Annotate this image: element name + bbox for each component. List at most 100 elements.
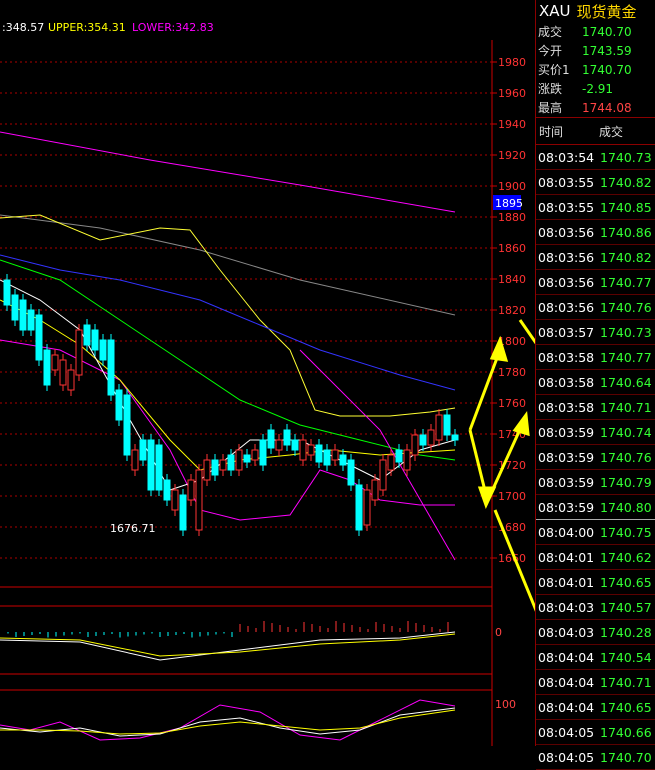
candle-body [379, 459, 387, 491]
tick-time: 08:03:54 [538, 149, 595, 165]
tick-row[interactable]: 08:04:05 1740.70 [536, 745, 655, 770]
tick-row[interactable]: 08:03:57 1740.73 [536, 320, 655, 345]
tick-row[interactable]: 08:04:04 1740.65 [536, 695, 655, 720]
tick-row[interactable]: 08:03:59 1740.74 [536, 420, 655, 445]
candle-body [291, 439, 299, 451]
tick-price: 1740.77 [600, 274, 652, 290]
quote-row: 涨跌 -2.91 [536, 79, 655, 98]
axis-label: 1820 [498, 304, 526, 317]
kline-chart[interactable]: :348.57 UPPER:354.31 LOWER:342.83 1980 19… [0, 0, 535, 746]
tick-price: 1740.28 [600, 624, 652, 640]
tick-price: 1740.65 [600, 574, 652, 590]
candle-body [131, 449, 139, 471]
quote-label: 成交 [538, 25, 563, 39]
candle-body [123, 394, 131, 456]
axis-label: 1980 [498, 56, 526, 69]
quote-title: XAU 现货黄金 [536, 0, 655, 22]
tick-row[interactable]: 08:03:54 1740.73 [536, 145, 655, 170]
arrow-up-2 [468, 429, 488, 496]
tick-price: 1740.74 [600, 424, 652, 440]
tick-row[interactable]: 08:03:59 1740.80 [536, 495, 655, 520]
candle-body [259, 439, 267, 466]
tick-price: 1740.64 [600, 374, 652, 390]
tick-row[interactable]: 08:03:56 1740.76 [536, 295, 655, 320]
tick-price: 1740.70 [600, 749, 652, 765]
candle-body [107, 339, 115, 396]
tick-time: 08:03:57 [538, 324, 595, 340]
tick-list[interactable]: 08:03:54 1740.73 08:03:55 1740.82 08:03:55 17… [536, 145, 655, 770]
candle-body [427, 429, 435, 446]
tick-row[interactable]: 08:03:59 1740.79 [536, 470, 655, 495]
tick-time: 08:03:56 [538, 299, 595, 315]
tick-row[interactable]: 08:03:55 1740.82 [536, 170, 655, 195]
tick-row[interactable]: 08:04:05 1740.66 [536, 720, 655, 745]
candle-body [371, 479, 379, 501]
tick-row[interactable]: 08:03:58 1740.71 [536, 395, 655, 420]
tick-row[interactable]: 08:03:58 1740.77 [536, 345, 655, 370]
candle-body [147, 439, 155, 491]
candle-body [43, 349, 51, 386]
tick-time: 08:03:58 [538, 399, 595, 415]
tick-price: 1740.71 [600, 399, 652, 415]
tick-price: 1740.57 [600, 599, 652, 615]
tick-price: 1740.73 [600, 149, 652, 165]
col-price: 成交 [599, 124, 624, 139]
tick-row[interactable]: 08:03:58 1740.64 [536, 370, 655, 395]
col-time: 时间 [539, 124, 564, 139]
candle-body [451, 434, 459, 441]
candle-body [251, 449, 259, 461]
candle-body [75, 329, 83, 376]
symbol: XAU [539, 2, 571, 20]
kdj-k-line [0, 707, 456, 737]
tick-time: 08:03:55 [538, 174, 595, 190]
tick-price: 1740.54 [600, 649, 652, 665]
candle-body [331, 449, 339, 461]
candle-body [211, 459, 219, 476]
tick-row[interactable]: 08:03:55 1740.85 [536, 195, 655, 220]
instrument-name: 现货黄金 [576, 2, 637, 21]
tick-row[interactable]: 08:04:03 1740.57 [536, 595, 655, 620]
current-price-tag: 1895 [495, 197, 523, 210]
candle-body [363, 489, 371, 526]
tick-row[interactable]: 08:03:56 1740.77 [536, 270, 655, 295]
tick-row[interactable]: 08:04:00 1740.75 [536, 520, 655, 545]
candle-body [27, 309, 35, 331]
tick-time: 08:03:58 [538, 374, 595, 390]
tick-row[interactable]: 08:04:03 1740.28 [536, 620, 655, 645]
tick-time: 08:03:59 [538, 449, 595, 465]
tick-price: 1740.85 [600, 199, 652, 215]
tick-row[interactable]: 08:03:56 1740.86 [536, 220, 655, 245]
axis-label: 1960 [498, 87, 526, 100]
tick-row[interactable]: 08:04:01 1740.62 [536, 545, 655, 570]
tick-row[interactable]: 08:03:59 1740.76 [536, 445, 655, 470]
quote-panel: XAU 现货黄金 成交 1740.70 今开 1743.59 买价1 1740.70 涨跌 -… [535, 0, 655, 770]
tick-row[interactable]: 08:04:01 1740.65 [536, 570, 655, 595]
macd-axis-label: 0 [495, 626, 502, 639]
quote-label: 涨跌 [538, 82, 563, 96]
candle-body [163, 479, 171, 501]
candle-body [83, 324, 91, 346]
tick-time: 08:04:05 [538, 724, 595, 740]
tick-price: 1740.76 [600, 449, 652, 465]
boll-lower-label: LOWER:342.83 [132, 21, 214, 34]
tick-row[interactable]: 08:04:04 1740.54 [536, 645, 655, 670]
tick-price: 1740.82 [600, 249, 652, 265]
candle-body [195, 469, 203, 531]
tick-time: 08:03:59 [538, 424, 595, 440]
ma120-line [0, 214, 456, 316]
tick-price: 1740.77 [600, 349, 652, 365]
quote-value: 1740.70 [582, 24, 632, 39]
tick-time: 08:04:00 [538, 524, 595, 540]
axis-label: 1840 [498, 273, 526, 286]
candle-body [187, 479, 195, 501]
arrow-up-1 [468, 349, 502, 431]
tick-price: 1740.80 [600, 499, 652, 515]
tick-row[interactable]: 08:04:04 1740.71 [536, 670, 655, 695]
tick-price: 1740.71 [600, 674, 652, 690]
candle-body [59, 359, 67, 386]
tick-time: 08:03:56 [538, 274, 595, 290]
tick-row[interactable]: 08:03:56 1740.82 [536, 245, 655, 270]
tick-time: 08:03:56 [538, 224, 595, 240]
candle-body [411, 434, 419, 456]
candle-body [347, 459, 355, 486]
